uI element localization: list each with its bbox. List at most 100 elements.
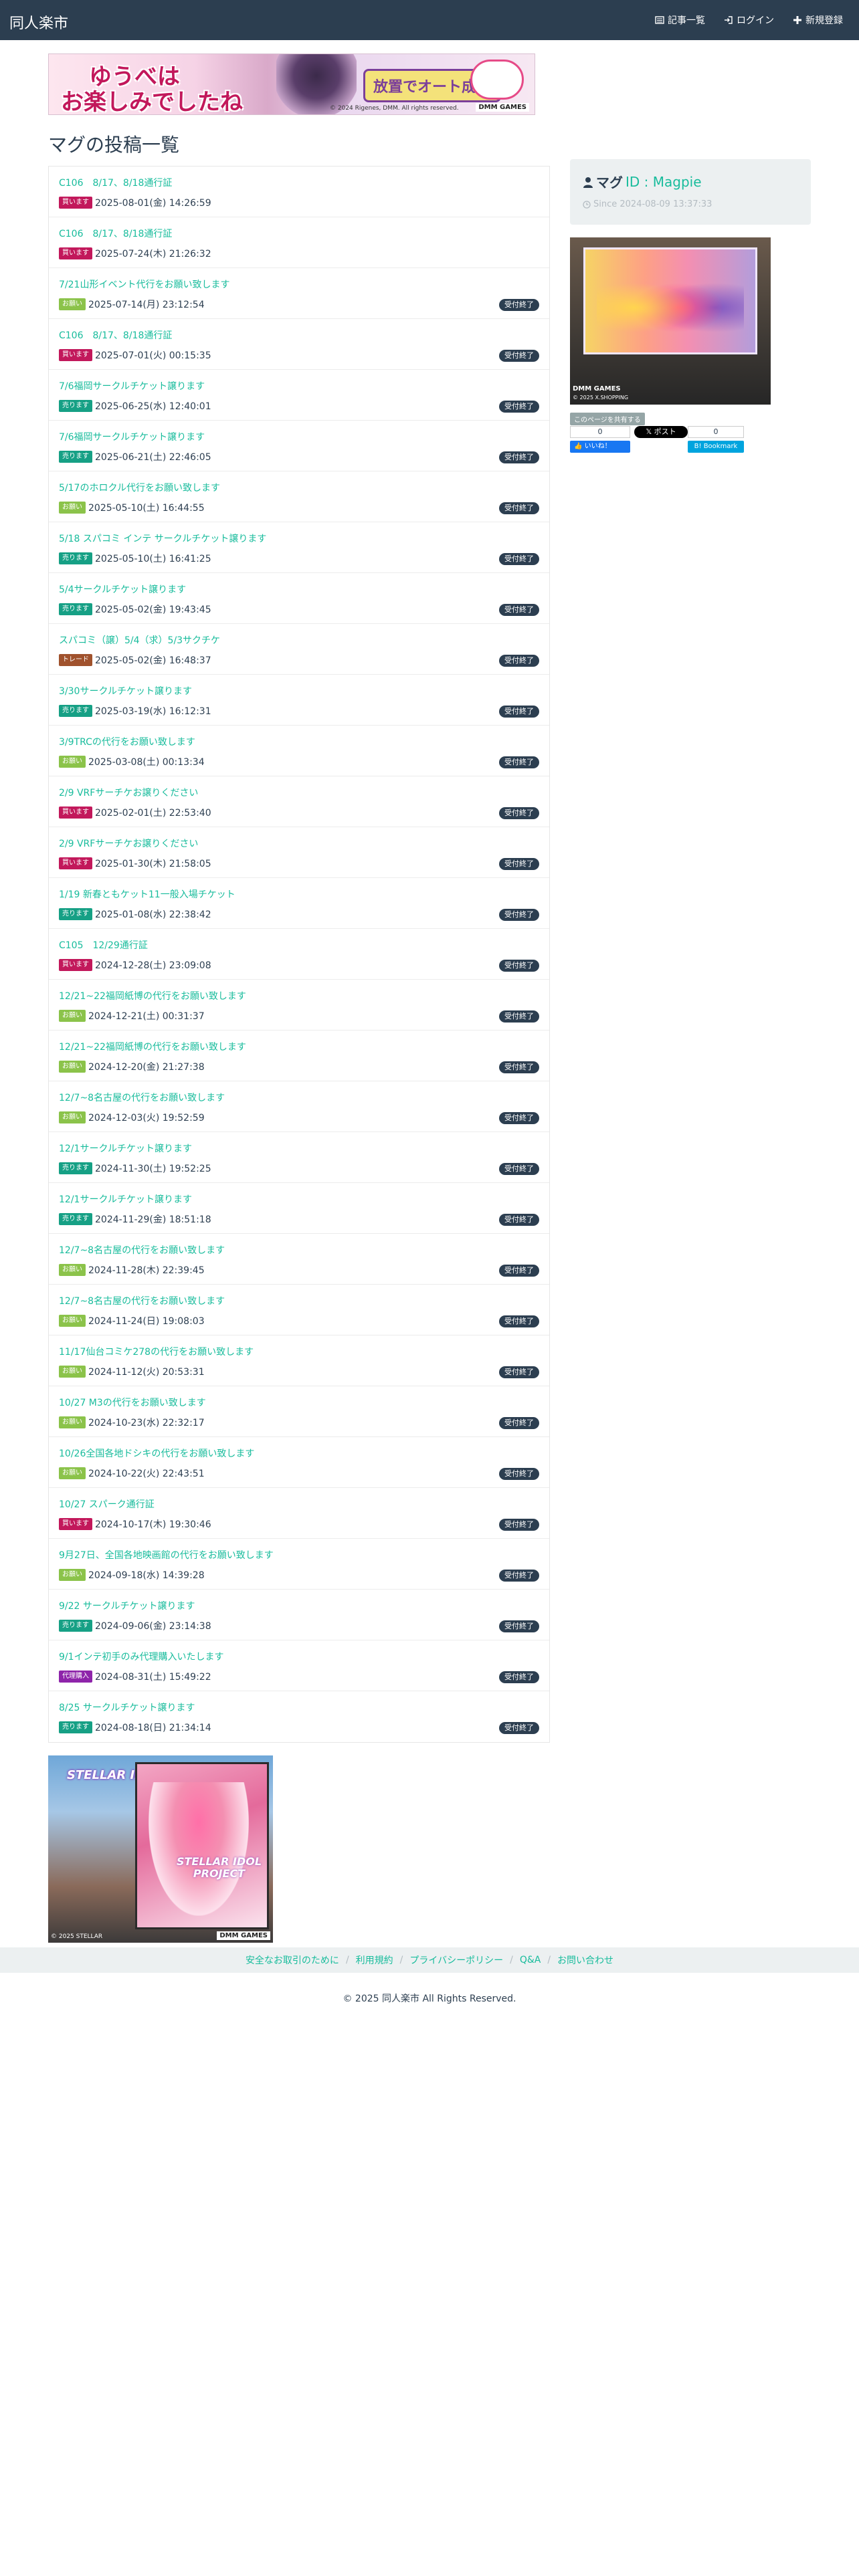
category-badge: お願い [59, 1111, 86, 1123]
profile-id-link[interactable]: ID : Magpie [626, 174, 702, 190]
post-meta: 買います 2025-07-01(火) 00:15:35 [59, 348, 211, 362]
post-date: 2024-11-30(土) 19:52:25 [95, 1164, 211, 1174]
category-badge: お願い [59, 1010, 86, 1022]
post-item: スパコミ（譲）5/4（求）5/3サクチケ トレード 2025-05-02(金) 16… [49, 624, 549, 675]
category-badge: 売ります [59, 1162, 92, 1174]
bottom-ad-banner[interactable]: STELLAR IDOL PROJECT STELLAR IDOL PROJEC… [48, 1755, 273, 1943]
post-meta: 売ります 2025-05-10(土) 16:41:25 [59, 552, 211, 565]
category-badge: お願い [59, 1264, 86, 1276]
post-title-link[interactable]: C106 8/17、8/18通行証 [59, 227, 172, 240]
post-date: 2025-06-25(水) 12:40:01 [95, 401, 211, 412]
nav-register-label: 新規登録 [805, 15, 843, 26]
status-badge: 受付終了 [499, 350, 539, 362]
site-brand[interactable]: 同人楽市 [9, 11, 68, 33]
post-date: 2025-01-08(水) 22:38:42 [95, 909, 211, 920]
post-title-link[interactable]: 8/25 サークルチケット譲ります [59, 1701, 195, 1714]
post-title-link[interactable]: 12/7~8名古屋の代行をお願い致します [59, 1294, 225, 1307]
category-badge: 売ります [59, 603, 92, 615]
post-meta: お願い 2025-03-08(土) 00:13:34 [59, 755, 205, 768]
post-date: 2025-05-10(土) 16:41:25 [95, 554, 211, 564]
footer-link-contact[interactable]: お問い合わせ [557, 1953, 613, 1967]
status-badge: 受付終了 [499, 1214, 539, 1226]
footer-separator: / [547, 1955, 551, 1965]
post-title-link[interactable]: C106 8/17、8/18通行証 [59, 176, 172, 189]
post-title-link[interactable]: 11/17仙台コミケ278の代行をお願い致します [59, 1345, 254, 1358]
nav-links: 記事一覧 ログイン 新規登録 [655, 13, 843, 27]
facebook-like-button[interactable]: 👍 いいね！ [570, 441, 630, 453]
footer-link-qa[interactable]: Q&A [520, 1955, 541, 1965]
post-title-link[interactable]: 10/26全国各地ドシキの代行をお願い致します [59, 1446, 254, 1460]
post-item: 12/7~8名古屋の代行をお願い致します お願い 2024-11-28(木) 22:… [49, 1234, 549, 1285]
post-title-link[interactable]: 10/27 M3の代行をお願い致します [59, 1396, 206, 1409]
post-item: 5/17のホロクル代行をお願い致します お願い 2025-05-10(土) 16:4… [49, 471, 549, 522]
post-title-link[interactable]: 9/22 サークルチケット譲ります [59, 1599, 195, 1612]
footer-separator: / [399, 1955, 403, 1965]
post-title-link[interactable]: 1/19 新春ともケット11一般入場チケット [59, 887, 235, 901]
post-date: 2024-10-17(木) 19:30:46 [95, 1519, 211, 1530]
post-title-link[interactable]: 2/9 VRFサーチケお譲りください [59, 837, 198, 850]
post-item: 5/4サークルチケット譲ります 売ります 2025-05-02(金) 19:43:4… [49, 573, 549, 624]
post-title-link[interactable]: 9月27日、全国各地映画館の代行をお願い致します [59, 1548, 274, 1562]
post-title-link[interactable]: 12/7~8名古屋の代行をお願い致します [59, 1091, 225, 1104]
post-meta: 買います 2025-01-30(木) 21:58:05 [59, 857, 211, 870]
post-date: 2024-12-20(金) 21:27:38 [88, 1062, 205, 1073]
post-title-link[interactable]: 12/21~22福岡紙博の代行をお願い致します [59, 1040, 246, 1053]
post-item: 9月27日、全国各地映画館の代行をお願い致します お願い 2024-09-18(水)… [49, 1539, 549, 1590]
post-item: C105 12/29通行証 買います 2024-12-28(土) 23:09:08 受… [49, 929, 549, 980]
post-title-link[interactable]: 2/9 VRFサーチケお譲りください [59, 786, 198, 799]
post-title-link[interactable]: 3/9TRCの代行をお願い致します [59, 735, 195, 748]
post-date: 2024-12-03(火) 19:52:59 [88, 1113, 205, 1123]
post-item: 7/6福岡サークルチケット譲ります 売ります 2025-06-21(土) 22:46… [49, 421, 549, 471]
nav-login-link[interactable]: ログイン [724, 13, 774, 27]
footer-link-terms[interactable]: 利用規約 [356, 1953, 393, 1967]
share-buttons: 0 👍 いいね！ 𝕏 ポスト 0 B! Bookmark [570, 426, 744, 453]
status-badge: 受付終了 [499, 1366, 539, 1378]
post-meta: お願い 2024-11-28(木) 22:39:45 [59, 1263, 205, 1277]
x-post-label: ポスト [654, 427, 676, 436]
post-item: 12/21~22福岡紙博の代行をお願い致します お願い 2024-12-20(金) … [49, 1031, 549, 1081]
nav-articles-link[interactable]: 記事一覧 [655, 13, 705, 27]
post-title-link[interactable]: 3/30サークルチケット譲ります [59, 684, 192, 697]
post-meta: お願い 2024-12-03(火) 19:52:59 [59, 1111, 205, 1124]
post-title-link[interactable]: 7/6福岡サークルチケット譲ります [59, 430, 205, 443]
post-title-link[interactable]: 5/17のホロクル代行をお願い致します [59, 481, 220, 494]
top-ad-banner[interactable]: ゆうべは お楽しみでしたね 放置でオート成長 © 2024 Rigenes, D… [48, 53, 535, 115]
post-title-link[interactable]: C105 12/29通行証 [59, 938, 148, 952]
facebook-like-label: いいね！ [584, 443, 611, 450]
thumbs-up-icon: 👍 [574, 443, 585, 450]
post-date: 2024-10-23(水) 22:32:17 [88, 1418, 205, 1428]
post-title-link[interactable]: 12/1サークルチケット譲ります [59, 1142, 192, 1155]
post-meta: お願い 2024-11-24(日) 19:08:03 [59, 1314, 205, 1327]
side-ad-banner[interactable]: DMM GAMES © 2025 X.SHOPPING [570, 237, 771, 405]
nav-register-link[interactable]: 新規登録 [793, 13, 843, 27]
post-title-link[interactable]: 7/6福岡サークルチケット譲ります [59, 379, 205, 393]
post-item: 3/30サークルチケット譲ります 売ります 2025-03-19(水) 16:12:… [49, 675, 549, 726]
post-meta: お願い 2024-12-21(土) 00:31:37 [59, 1009, 205, 1023]
status-badge: 受付終了 [499, 401, 539, 413]
post-title-link[interactable]: 5/18 スパコミ インテ サークルチケット譲ります [59, 532, 266, 545]
x-post-button[interactable]: 𝕏 ポスト [634, 426, 688, 438]
category-badge: 買います [59, 1518, 92, 1530]
status-badge: 受付終了 [499, 960, 539, 972]
post-item: C106 8/17、8/18通行証 買います 2025-07-24(木) 21:26… [49, 217, 549, 268]
top-banner-game-logo [470, 60, 524, 100]
post-date: 2025-05-02(金) 16:48:37 [95, 655, 211, 666]
footer-link-safety[interactable]: 安全なお取引のために [246, 1953, 339, 1967]
footer-link-privacy[interactable]: プライバシーポリシー [409, 1953, 503, 1967]
category-badge: 買います [59, 857, 92, 869]
post-title-link[interactable]: 12/21~22福岡紙博の代行をお願い致します [59, 989, 246, 1002]
post-title-link[interactable]: 9/1インテ初手のみ代理購入いたします [59, 1650, 224, 1663]
category-badge: お願い [59, 1061, 86, 1073]
post-title-link[interactable]: C106 8/17、8/18通行証 [59, 328, 172, 342]
hatena-bookmark-button[interactable]: B! Bookmark [688, 441, 744, 453]
status-badge: 受付終了 [499, 1722, 539, 1734]
post-title-link[interactable]: 5/4サークルチケット譲ります [59, 582, 186, 596]
post-title-link[interactable]: 12/7~8名古屋の代行をお願い致します [59, 1243, 225, 1257]
category-badge: お願い [59, 1569, 86, 1581]
post-title-link[interactable]: スパコミ（譲）5/4（求）5/3サクチケ [59, 633, 220, 647]
post-title-link[interactable]: 7/21山形イベント代行をお願い致します [59, 278, 229, 291]
facebook-like-count: 0 [570, 426, 630, 438]
post-title-link[interactable]: 12/1サークルチケット譲ります [59, 1192, 192, 1206]
post-title-link[interactable]: 10/27 スパーク通行証 [59, 1497, 155, 1511]
status-badge: 受付終了 [499, 1061, 539, 1073]
